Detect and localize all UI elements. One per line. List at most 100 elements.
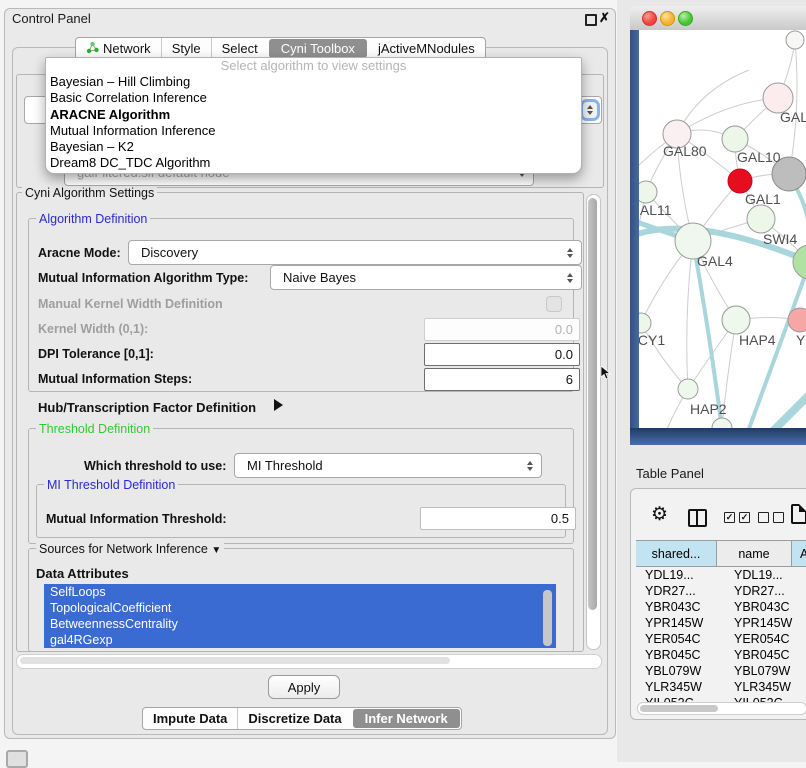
list-scrollbar-thumb[interactable] [543,590,552,646]
tab-infer-network[interactable]: Infer Network [353,709,460,728]
dpi-tolerance-value: 0.0 [555,347,573,362]
columns-icon[interactable] [688,509,707,527]
combo-stepper-icon[interactable] [583,102,597,118]
network-node[interactable] [747,205,775,233]
network-view-canvas[interactable]: GALGAL80GAL10GAL1GAL11SWI4GAL4GCY1HAP4YH… [639,30,806,428]
select-all-checkboxes-icon[interactable]: ✓ ✓ [724,512,750,523]
node-label: HAP2 [690,401,727,417]
network-node[interactable] [712,418,732,428]
network-edge-highlighted[interactable] [693,241,722,428]
algorithm-option-mutual-information-inference[interactable]: Mutual Information Inference [46,123,581,139]
column-header-name[interactable]: name [717,541,792,566]
network-edge-highlighted[interactable] [769,380,806,428]
network-node[interactable] [678,379,698,399]
table-row[interactable]: YDR27...YDR27...12 [636,583,806,599]
network-canvas-svg: GALGAL80GAL10GAL1GAL11SWI4GAL4GCY1HAP4YH… [639,30,806,428]
mi-threshold-group-title: MI Threshold Definition [44,478,178,492]
column-header-a[interactable]: A [792,541,806,566]
which-threshold-combo[interactable]: MI Threshold [234,453,542,478]
kernel-width-field[interactable]: 0.0 [424,318,580,341]
maximize-window-icon[interactable] [678,11,693,26]
scrollbar-thumb[interactable] [588,198,597,610]
settings-horizontal-scrollbar[interactable] [16,654,602,669]
network-edge[interactable] [687,241,693,389]
new-table-icon[interactable] [791,504,806,524]
node-label: GAL80 [663,143,707,159]
table-row[interactable]: YBL079WYBL079W [636,663,806,679]
scrollbar-thumb[interactable] [20,657,450,664]
mi-type-combo[interactable]: Naive Bayes [270,265,582,290]
network-node[interactable] [639,313,651,333]
close-window-icon[interactable] [642,11,657,26]
apply-button[interactable]: Apply [268,675,340,699]
expand-arrow-icon[interactable] [274,399,283,411]
threshold-definition-title: Threshold Definition [36,422,153,436]
dpi-tolerance-label: DPI Tolerance [0,1]: [38,347,154,361]
close-panel-icon[interactable]: ✗ [599,10,610,26]
table-row[interactable]: YER054CYER054C8. [636,631,806,647]
tab-cyni-toolbox[interactable]: Cyni Toolbox [269,39,367,58]
kernel-width-value: 0.0 [555,322,573,337]
sources-title-text: Sources for Network Inference [39,542,208,556]
algorithm-popup-items: Bayesian – Hill ClimbingBasic Correlatio… [46,74,581,172]
float-window-icon[interactable] [585,14,597,26]
algorithm-option-aracne-algorithm[interactable]: ARACNE Algorithm [46,107,581,123]
combo-stepper-icon[interactable] [563,245,577,261]
network-node[interactable] [639,181,657,203]
network-node[interactable] [786,31,804,49]
tab-style[interactable]: Style [161,38,211,59]
combo-stepper-icon[interactable] [523,458,537,474]
attribute-item-topologicalcoefficient[interactable]: TopologicalCoefficient [44,600,556,616]
table-cell: YBR045C [725,647,806,663]
deselect-all-checkboxes-icon[interactable] [758,512,784,523]
column-header-shared[interactable]: shared... [636,541,717,566]
table-row[interactable]: YBR045CYBR045C9. [636,647,806,663]
node-label: GAL1 [745,191,781,207]
table-row[interactable]: YPR145WYPR145W9. [636,615,806,631]
mi-threshold-field[interactable]: 0.5 [420,507,576,530]
dpi-tolerance-field[interactable]: 0.0 [424,343,580,366]
node-label: SWI4 [763,231,797,247]
tab-label: Style [172,41,201,56]
node-label: HAP4 [739,332,776,348]
gear-icon[interactable]: ⚙ [651,505,668,525]
attribute-item-betweennesscentrality[interactable]: BetweennessCentrality [44,616,556,632]
table-row[interactable]: YDL19...YDL19...13 [636,567,806,583]
scrollbar-thumb[interactable] [640,705,718,712]
network-graph-icon [86,41,99,57]
tab-label: Discretize Data [248,711,341,726]
attribute-item-gal4rgexp[interactable]: gal4RGexp [44,632,556,648]
tab-select[interactable]: Select [211,38,268,59]
tab-network[interactable]: Network [76,38,161,59]
data-attributes-list: SelfLoopsTopologicalCoefficientBetweenne… [44,584,556,648]
minimized-panel-icon[interactable] [6,750,28,768]
table-cell: YDL19... [725,567,806,583]
hub-section-label: Hub/Transcription Factor Definition [38,400,256,415]
table-row[interactable]: YLR345WYLR345W9. [636,679,806,695]
network-node[interactable] [722,306,750,334]
combo-stepper-icon[interactable] [563,270,577,286]
algorithm-option-bayesian-k2[interactable]: Bayesian – K2 [46,139,581,155]
settings-vertical-scrollbar[interactable] [586,194,601,650]
collapse-arrow-icon[interactable]: ▼ [211,545,221,556]
aracne-mode-combo[interactable]: Discovery [128,240,582,265]
table-horizontal-scrollbar[interactable] [637,702,806,715]
node-label: GCY1 [639,332,665,348]
manual-kernel-checkbox[interactable] [546,296,562,312]
network-node[interactable] [728,169,752,193]
network-node[interactable] [793,245,806,279]
which-threshold-label: Which threshold to use: [84,459,226,473]
tab-discretize-data[interactable]: Discretize Data [237,708,351,729]
node-label: GAL11 [639,202,672,218]
tab-impute-data[interactable]: Impute Data [143,708,237,729]
network-window-titlebar[interactable] [630,6,806,31]
tab-jactivemnodules[interactable]: jActiveMNodules [368,38,485,59]
table-panel-title: Table Panel [636,466,704,481]
algorithm-option-basic-correlation-inference[interactable]: Basic Correlation Inference [46,90,581,106]
minimize-window-icon[interactable] [660,11,675,26]
attribute-item-selfloops[interactable]: SelfLoops [44,584,556,600]
mi-steps-field[interactable]: 6 [424,368,580,391]
table-row[interactable]: YBR043CYBR043C [636,599,806,615]
algorithm-option-bayesian-hill-climbing[interactable]: Bayesian – Hill Climbing [46,74,581,90]
algorithm-option-dream8-dc-tdc-algorithm[interactable]: Dream8 DC_TDC Algorithm [46,155,581,171]
